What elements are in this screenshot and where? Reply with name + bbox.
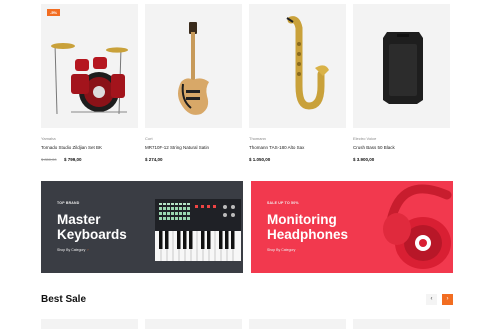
headphones-banner[interactable]: SALE UP TO 50% Monitoring Headphones Sho… xyxy=(251,181,453,273)
shop-by-category-link[interactable]: Shop By Category › xyxy=(267,248,299,252)
product-card[interactable]: Thomann Thomann TAS-180 Alto Sax $ 1.050… xyxy=(249,4,346,164)
best-sale-title: Best Sale xyxy=(41,294,87,305)
product-image[interactable] xyxy=(249,4,346,128)
product-brand: Thomann xyxy=(249,136,266,141)
product-card-peek[interactable] xyxy=(145,319,242,329)
price-row: $ 3.900,00 xyxy=(353,154,450,163)
product-brand: Electro Voice xyxy=(353,136,377,141)
discount-badge: -5% xyxy=(47,9,61,16)
product-brand: Yamaha xyxy=(41,136,56,141)
drum-kit-icon xyxy=(51,43,128,115)
product-card-peek[interactable] xyxy=(249,319,346,329)
product-image[interactable] xyxy=(353,4,450,128)
product-card-peek[interactable] xyxy=(41,319,138,329)
carousel-next-button[interactable]: › xyxy=(442,294,453,305)
price: $ 274,00 xyxy=(145,157,163,162)
electric-guitar-icon xyxy=(178,22,209,115)
product-grid: -5% Yamaha Tornado Studio Zildjian Set B… xyxy=(41,4,453,164)
shop-by-category-link[interactable]: Shop By Category › xyxy=(57,248,89,252)
banner-tag: TOP BRAND xyxy=(57,201,80,205)
product-name[interactable]: Thomann TAS-180 Alto Sax xyxy=(249,145,346,151)
old-price: $ 850,00 xyxy=(41,157,57,162)
price-row: $ 1.050,00 xyxy=(249,154,346,163)
product-card[interactable]: Cort MR710F-12 String Natural Satin $ 27… xyxy=(145,4,242,164)
product-name[interactable]: Crush Bass 50 Black xyxy=(353,145,450,151)
price-row: $ 850,00 $ 799,00 xyxy=(41,154,138,163)
price: $ 3.900,00 xyxy=(353,157,375,162)
speaker-icon xyxy=(383,32,423,104)
arrow-right-icon: › xyxy=(87,248,89,252)
banner-tag: SALE UP TO 50% xyxy=(267,201,299,205)
banner-title: Master Keyboards xyxy=(57,212,127,242)
product-name[interactable]: Tornado Studio Zildjian Set BK xyxy=(41,145,138,151)
product-name[interactable]: MR710F-12 String Natural Satin xyxy=(145,145,242,151)
keyboards-banner[interactable]: TOP BRAND Master Keyboards Shop By Categ… xyxy=(41,181,243,273)
saxophone-icon xyxy=(286,16,329,110)
arrow-right-icon: › xyxy=(297,248,299,252)
link-label: Shop By Category xyxy=(267,248,296,252)
price: $ 799,00 xyxy=(64,157,82,162)
product-image[interactable] xyxy=(145,4,242,128)
link-label: Shop By Category xyxy=(57,248,86,252)
carousel-prev-button[interactable]: ‹ xyxy=(426,294,437,305)
product-card[interactable]: -5% Yamaha Tornado Studio Zildjian Set B… xyxy=(41,4,138,164)
product-image[interactable]: -5% xyxy=(41,4,138,128)
product-brand: Cort xyxy=(145,136,153,141)
product-card[interactable]: Electro Voice Crush Bass 50 Black $ 3.90… xyxy=(353,4,450,164)
price-row: $ 274,00 xyxy=(145,154,242,163)
banner-title: Monitoring Headphones xyxy=(267,212,349,242)
product-card-peek[interactable] xyxy=(353,319,450,329)
price: $ 1.050,00 xyxy=(249,157,271,162)
